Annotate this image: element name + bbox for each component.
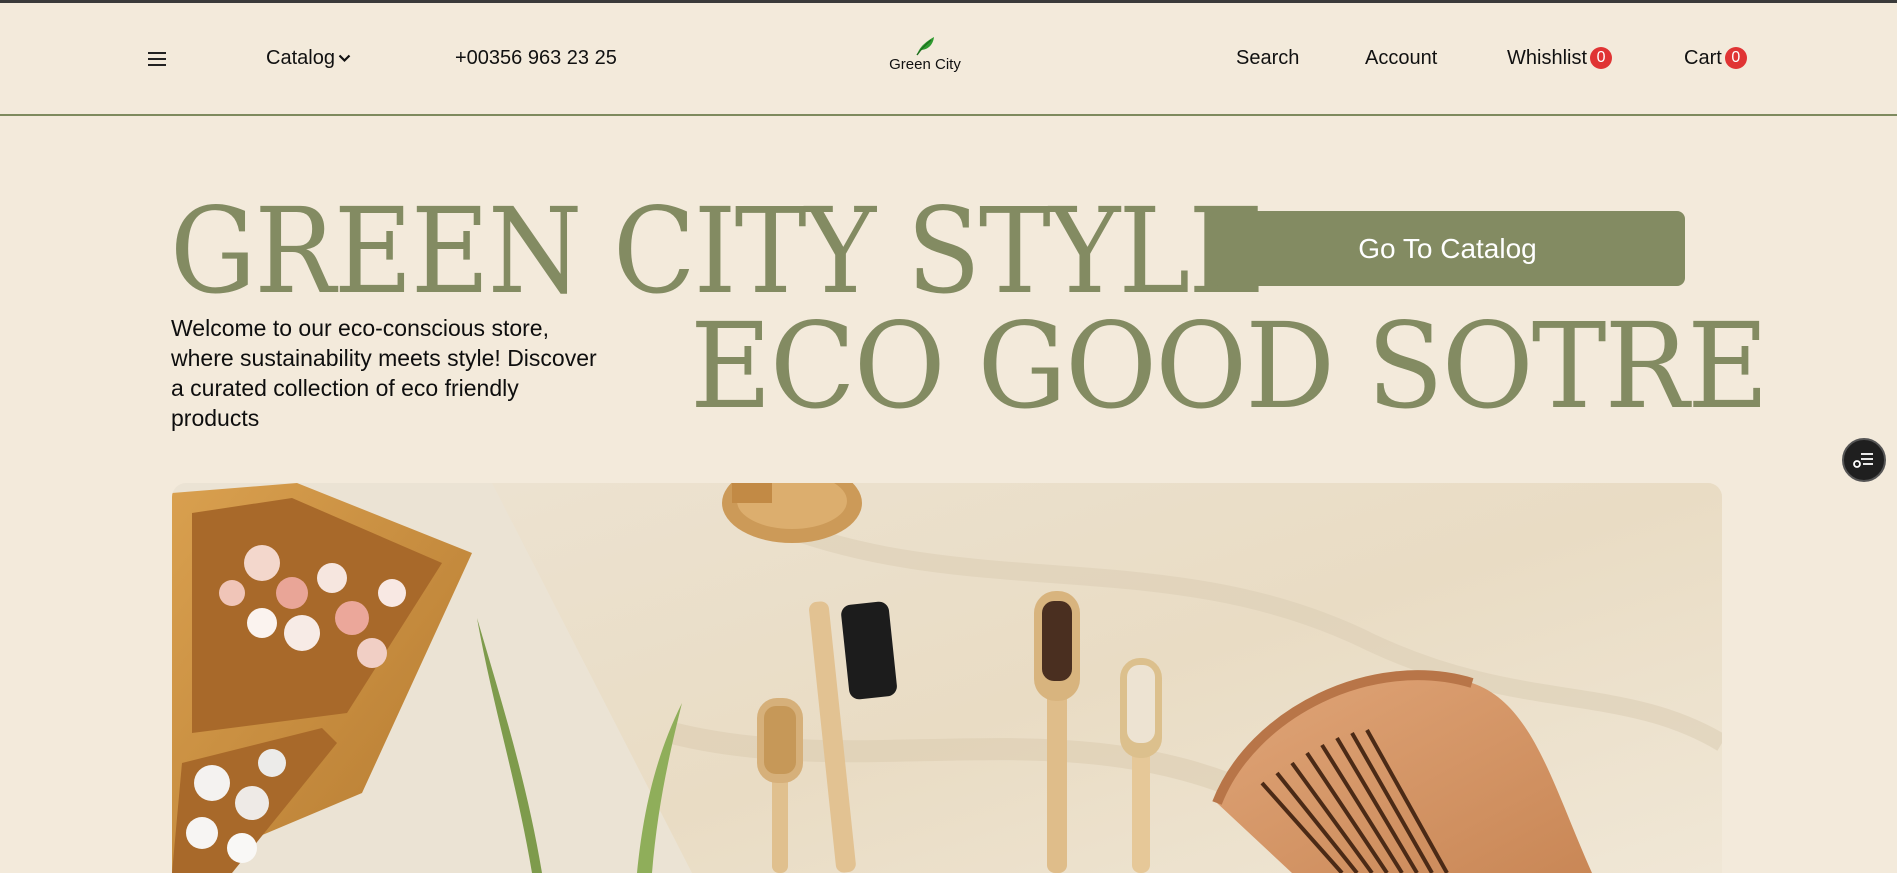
cart-label: Cart: [1684, 47, 1722, 69]
go-to-catalog-button[interactable]: Go To Catalog: [1210, 211, 1685, 286]
leaf-icon: [916, 37, 934, 56]
settings-list-icon[interactable]: [1842, 438, 1886, 482]
cart-count-badge: 0: [1724, 47, 1747, 69]
catalog-dropdown[interactable]: Catalog: [266, 47, 351, 70]
hero-title-line1: GREEN CITY STYLE: [170, 182, 1267, 320]
search-link[interactable]: Search: [1236, 47, 1299, 70]
cart-link[interactable]: Cart 0: [1684, 47, 1747, 70]
hero-image-eco-products: [172, 483, 1722, 873]
wishlist-count-badge: 0: [1590, 47, 1613, 69]
catalog-label: Catalog: [266, 47, 335, 69]
site-header: Catalog +00356 963 23 25 Green City Sear…: [0, 3, 1897, 116]
hero-title-line2: ECO GOOD SOTRE: [690, 297, 1769, 435]
chevron-down-icon: [338, 54, 351, 63]
wishlist-link[interactable]: Whishlist 0: [1507, 47, 1613, 70]
account-link[interactable]: Account: [1365, 47, 1437, 70]
hero-intro-text: Welcome to our eco-conscious store, wher…: [171, 315, 597, 431]
wishlist-label: Whishlist: [1507, 47, 1588, 69]
hamburger-menu-icon[interactable]: [148, 52, 166, 66]
logo-text: Green City: [889, 56, 961, 73]
site-logo[interactable]: Green City: [885, 35, 965, 73]
phone-number: +00356 963 23 25: [455, 47, 617, 69]
